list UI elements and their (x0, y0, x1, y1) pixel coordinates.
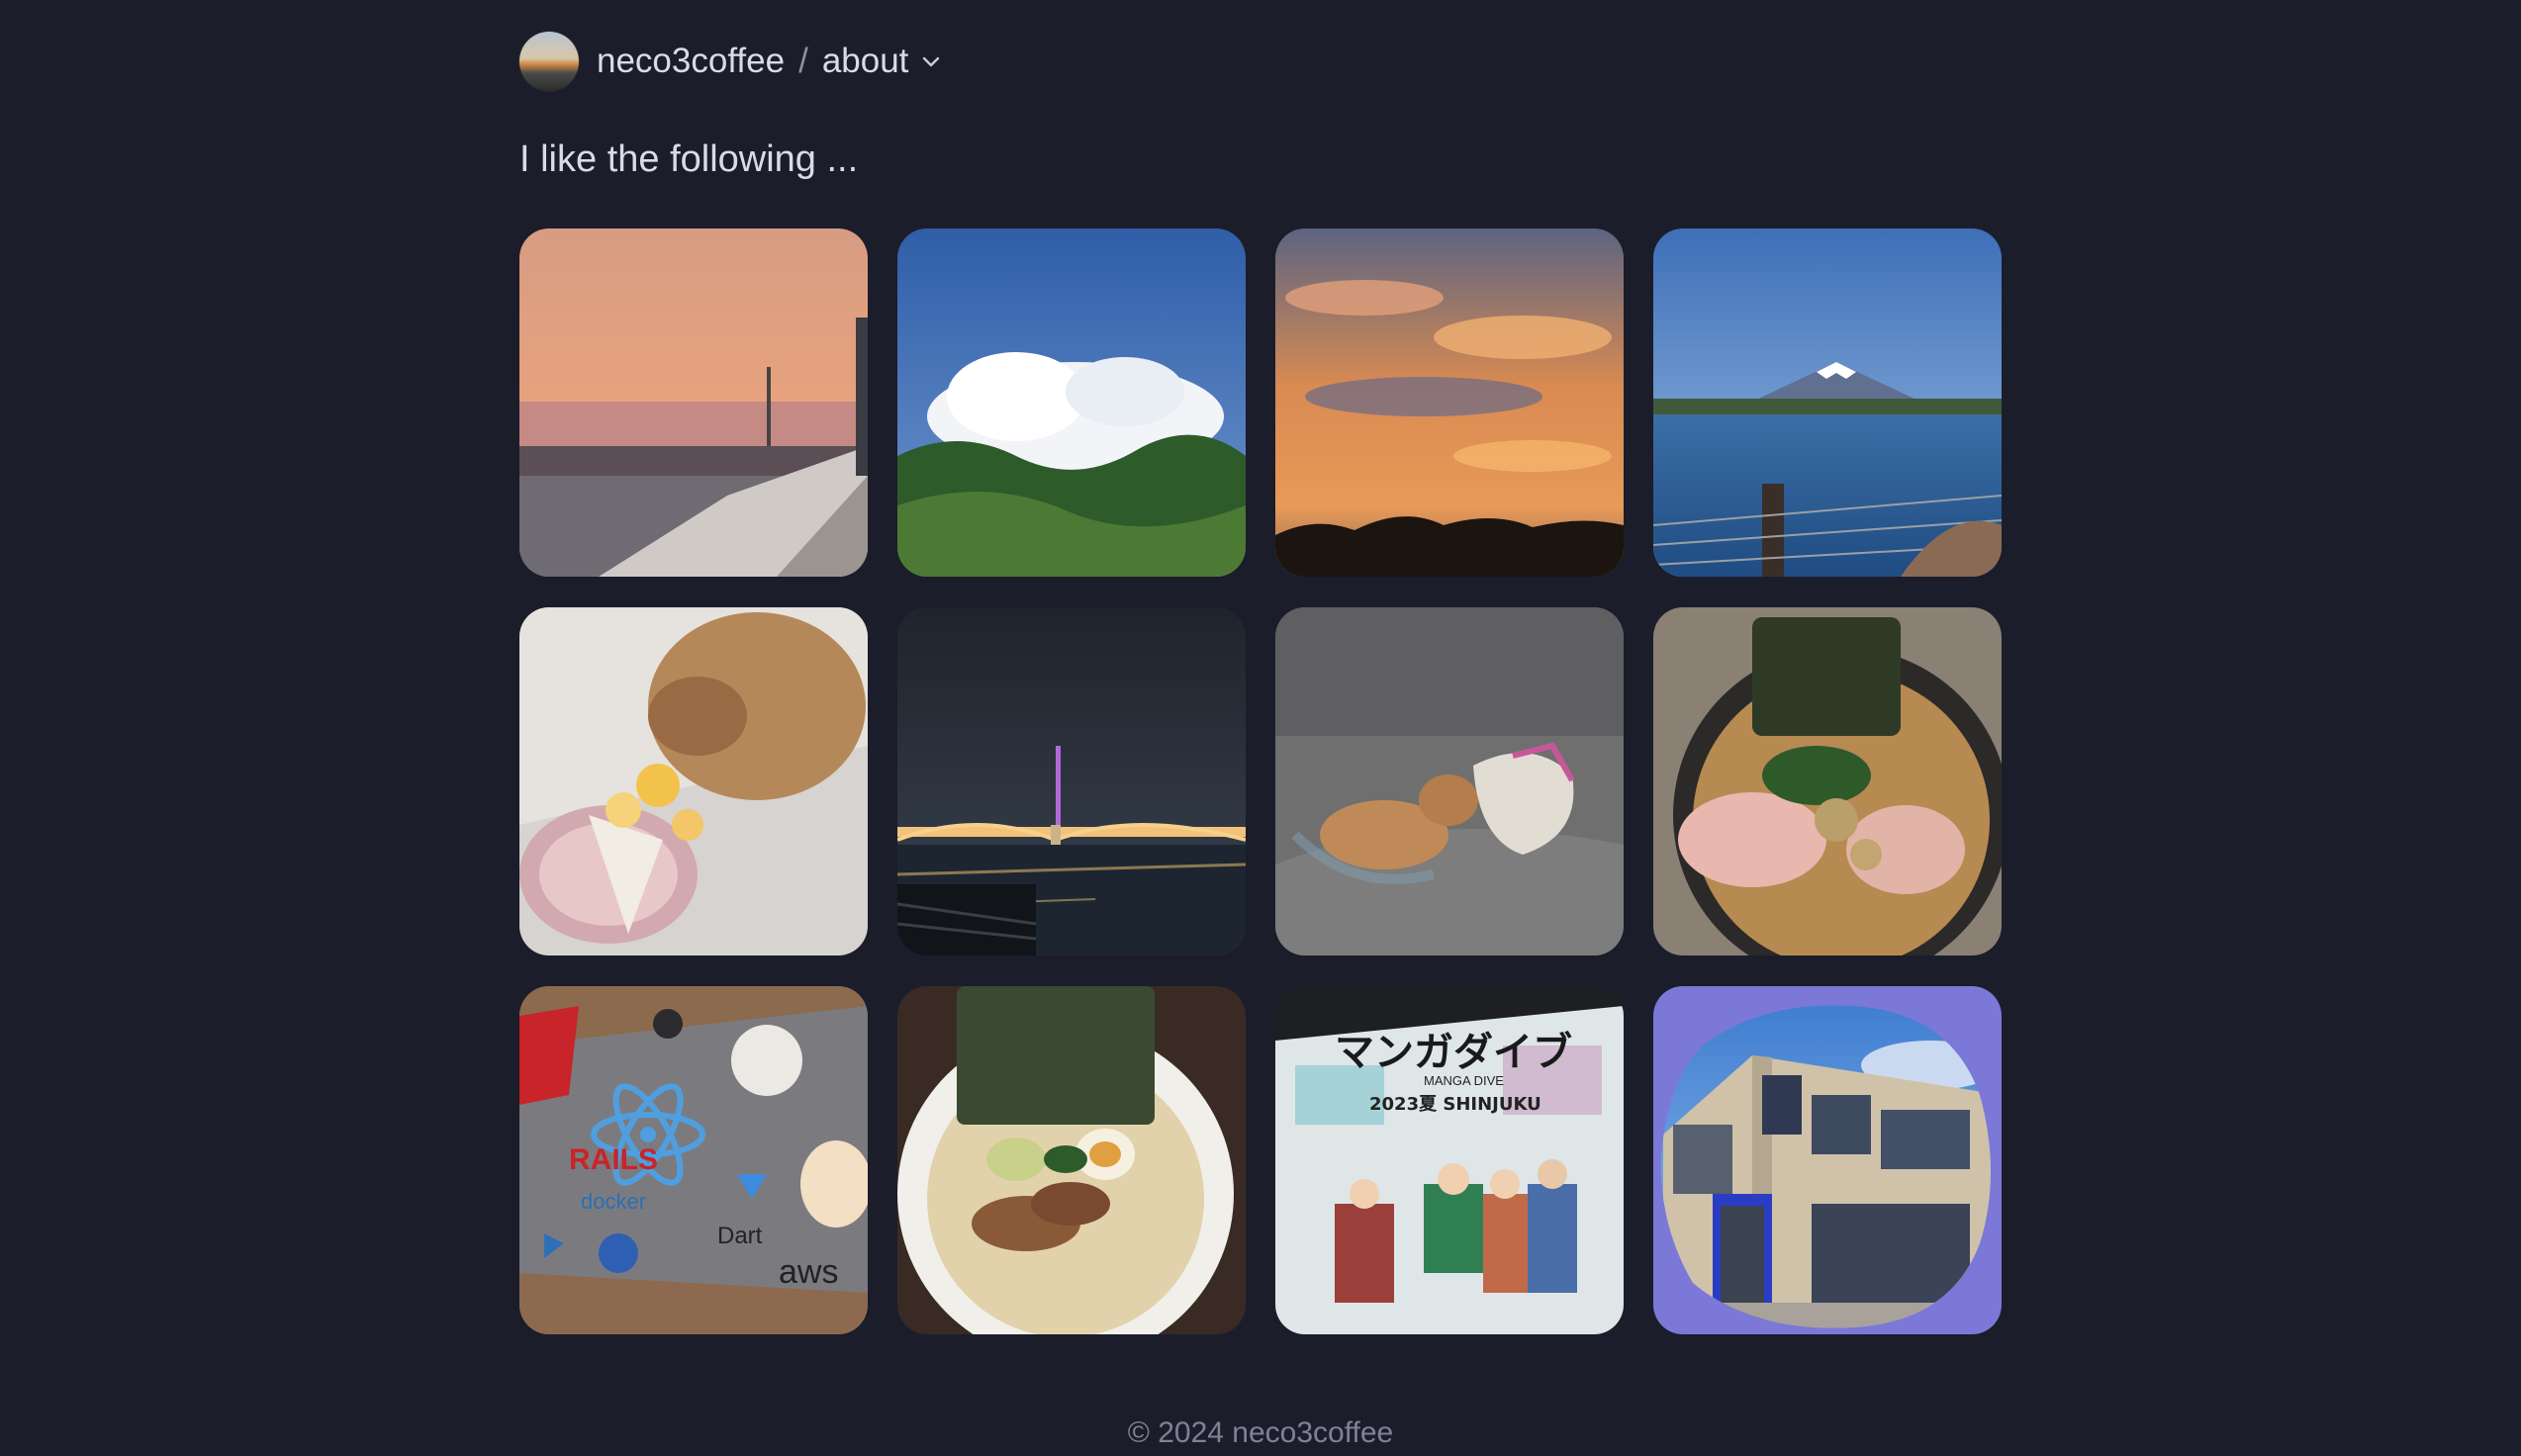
breadcrumb-separator: / (798, 42, 808, 80)
photo-tile[interactable]: RAILS docker Dart aws (519, 986, 868, 1334)
breadcrumb-user-link[interactable]: neco3coffee (597, 42, 785, 81)
intro-text: I like the following ... (519, 138, 859, 180)
aws-sticker: aws (779, 1253, 838, 1291)
sunset-clouds-image (1275, 228, 1624, 577)
office-building-image (1653, 986, 2002, 1334)
sunset-bay-image (519, 228, 868, 577)
poster-venue: 2023夏 SHINJUKU (1369, 1094, 1541, 1115)
night-bridge-image (897, 607, 1246, 956)
photo-tile[interactable] (897, 228, 1246, 577)
dart-sticker: Dart (717, 1223, 763, 1249)
poodle-cake-image (519, 607, 868, 956)
photo-tile[interactable] (1275, 228, 1624, 577)
photo-tile[interactable] (1275, 607, 1624, 956)
photo-tile[interactable]: マンガダイブ MANGA DIVE 2023夏 SHINJUKU (1275, 986, 1624, 1334)
laptop-stickers-image: RAILS docker Dart aws (519, 986, 868, 1334)
photo-tile[interactable] (897, 986, 1246, 1334)
rails-sticker: RAILS (569, 1143, 658, 1176)
photo-tile[interactable] (1653, 986, 2002, 1334)
poster-subtitle: MANGA DIVE (1424, 1073, 1504, 1088)
about-page: neco3coffee / about I like the following… (0, 0, 2521, 1456)
breadcrumb-page-dropdown[interactable]: about (822, 42, 909, 81)
photo-tile[interactable] (1653, 607, 2002, 956)
tonkotsu-ramen-image (897, 986, 1246, 1334)
docker-sticker: docker (581, 1189, 646, 1214)
avatar[interactable] (519, 32, 579, 91)
ramen-top-image (1653, 607, 2002, 956)
header: neco3coffee / about (519, 30, 962, 93)
photo-tile[interactable] (519, 228, 868, 577)
footer-copyright: © 2024 neco3coffee (1127, 1416, 1394, 1449)
photo-tile[interactable] (897, 607, 1246, 956)
manga-dive-poster-image: マンガダイブ MANGA DIVE 2023夏 SHINJUKU (1275, 986, 1624, 1334)
chevron-down-icon[interactable] (920, 50, 942, 72)
photo-tile[interactable] (1653, 228, 2002, 577)
breadcrumb: neco3coffee / about (597, 42, 942, 81)
poodle-sofa-image (1275, 607, 1624, 956)
poster-title: マンガダイブ (1335, 1030, 1572, 1075)
mount-fuji-image (1653, 228, 2002, 577)
summer-cloud-image (897, 228, 1246, 577)
photo-tile[interactable] (519, 607, 868, 956)
photo-grid: RAILS docker Dart aws マンガダイブ MANGA DIVE … (519, 228, 2002, 1334)
